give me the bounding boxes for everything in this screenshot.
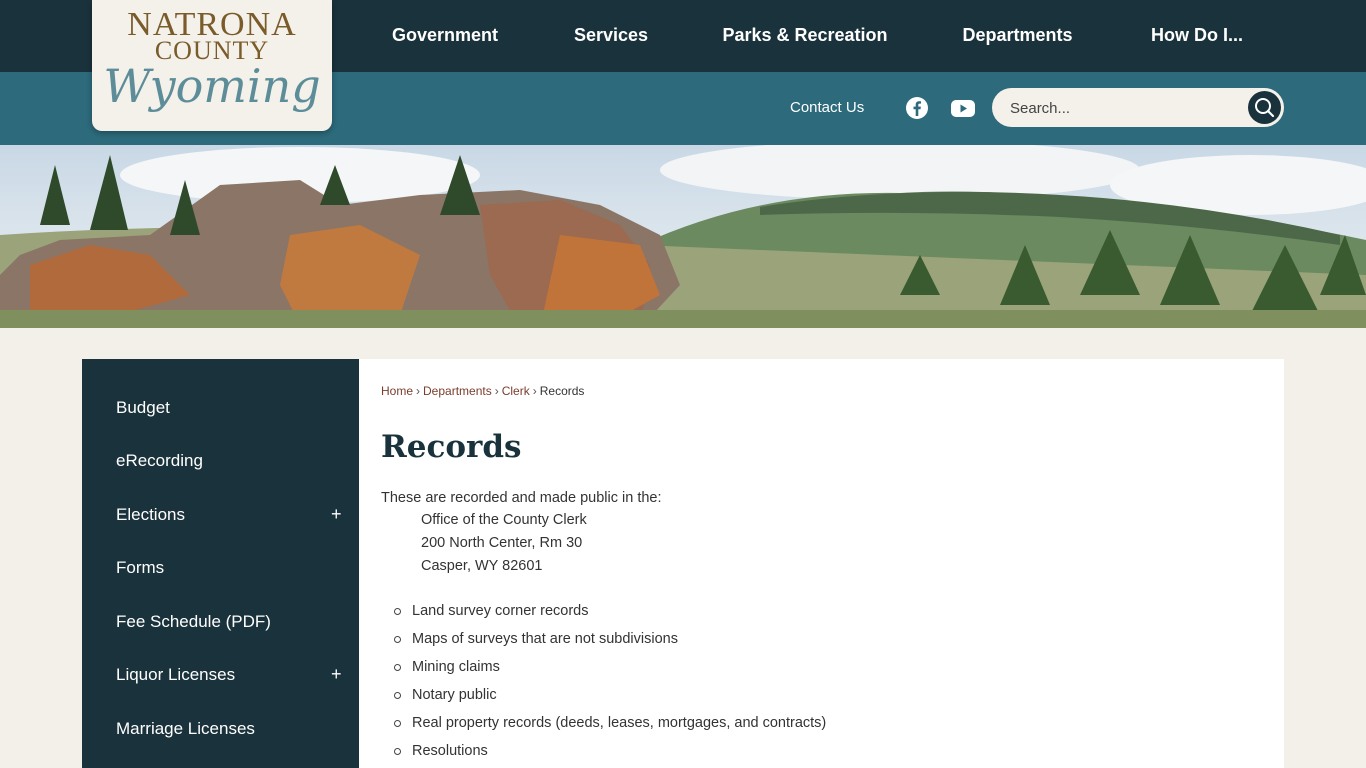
expand-toggle-liquor-licenses[interactable]: + — [331, 648, 342, 701]
list-item: Mining claims — [392, 655, 826, 683]
sidebar-item-label: Budget — [116, 398, 170, 417]
sidebar-item-budget[interactable]: Budget — [82, 381, 359, 434]
search-icon — [1255, 98, 1275, 118]
nav-how-do-i[interactable]: How Do I... — [1140, 0, 1254, 72]
sidebar-item-label: Fee Schedule (PDF) — [116, 612, 271, 631]
logo-text-wyoming: Wyoming — [103, 59, 321, 113]
sidebar-item-label: Liquor Licenses — [116, 665, 236, 684]
sidebar-item-fee-schedule[interactable]: Fee Schedule (PDF) — [82, 595, 359, 648]
address-line-street: 200 North Center, Rm 30 — [421, 535, 583, 551]
sidebar-item-forms[interactable]: Forms — [82, 541, 359, 594]
county-logo[interactable]: NATRONA COUNTY Wyoming — [92, 0, 332, 131]
breadcrumb-clerk[interactable]: Clerk — [502, 384, 530, 398]
sidebar-item-label: Marriage Licenses — [116, 719, 255, 738]
breadcrumb-separator: › — [532, 384, 537, 398]
sidebar-item-erecording[interactable]: eRecording — [82, 434, 359, 487]
breadcrumb-separator: › — [494, 384, 499, 398]
search-button[interactable] — [1248, 91, 1281, 124]
list-item: Real property records (deeds, leases, mo… — [392, 711, 826, 739]
address-line-office: Office of the County Clerk — [421, 512, 587, 528]
list-item: Notary public — [392, 683, 826, 711]
list-item: Maps of surveys that are not subdivision… — [392, 627, 826, 655]
breadcrumb-home[interactable]: Home — [381, 384, 413, 398]
expand-toggle-elections[interactable]: + — [331, 488, 342, 541]
main-content: Home › Departments › Clerk › Records Records T… — [359, 359, 1284, 768]
list-item: Resolutions — [392, 739, 826, 767]
nav-parks-recreation[interactable]: Parks & Recreation — [714, 0, 896, 72]
page-title: Records — [381, 429, 522, 465]
sidebar-item-label: Elections — [116, 505, 185, 524]
contact-us-link[interactable]: Contact Us — [790, 97, 864, 119]
breadcrumb: Home › Departments › Clerk › Records — [381, 383, 584, 399]
search-input[interactable] — [1010, 96, 1230, 120]
breadcrumb-separator: › — [416, 384, 421, 398]
facebook-icon[interactable] — [905, 96, 929, 120]
intro-text: These are recorded and made public in th… — [381, 490, 662, 506]
nav-government[interactable]: Government — [378, 0, 512, 72]
sidebar-nav: Budget eRecording Elections + Forms Fee … — [82, 359, 359, 768]
address-line-city: Casper, WY 82601 — [421, 558, 543, 574]
nav-departments[interactable]: Departments — [950, 0, 1085, 72]
nav-services[interactable]: Services — [560, 0, 662, 72]
records-list: Land survey corner records Maps of surve… — [392, 599, 826, 767]
sidebar-item-label: Forms — [116, 558, 165, 577]
youtube-icon[interactable] — [950, 96, 976, 120]
sidebar-item-liquor-licenses[interactable]: Liquor Licenses + — [82, 648, 359, 701]
sidebar-item-label: eRecording — [116, 451, 203, 470]
sidebar-item-marriage-licenses[interactable]: Marriage Licenses — [82, 702, 359, 755]
list-item: Land survey corner records — [392, 599, 826, 627]
search-box — [992, 88, 1284, 127]
breadcrumb-departments[interactable]: Departments — [423, 384, 492, 398]
breadcrumb-current: Records — [539, 384, 585, 398]
banner-landscape-image — [0, 145, 1366, 328]
sidebar-item-elections[interactable]: Elections + — [82, 488, 359, 541]
